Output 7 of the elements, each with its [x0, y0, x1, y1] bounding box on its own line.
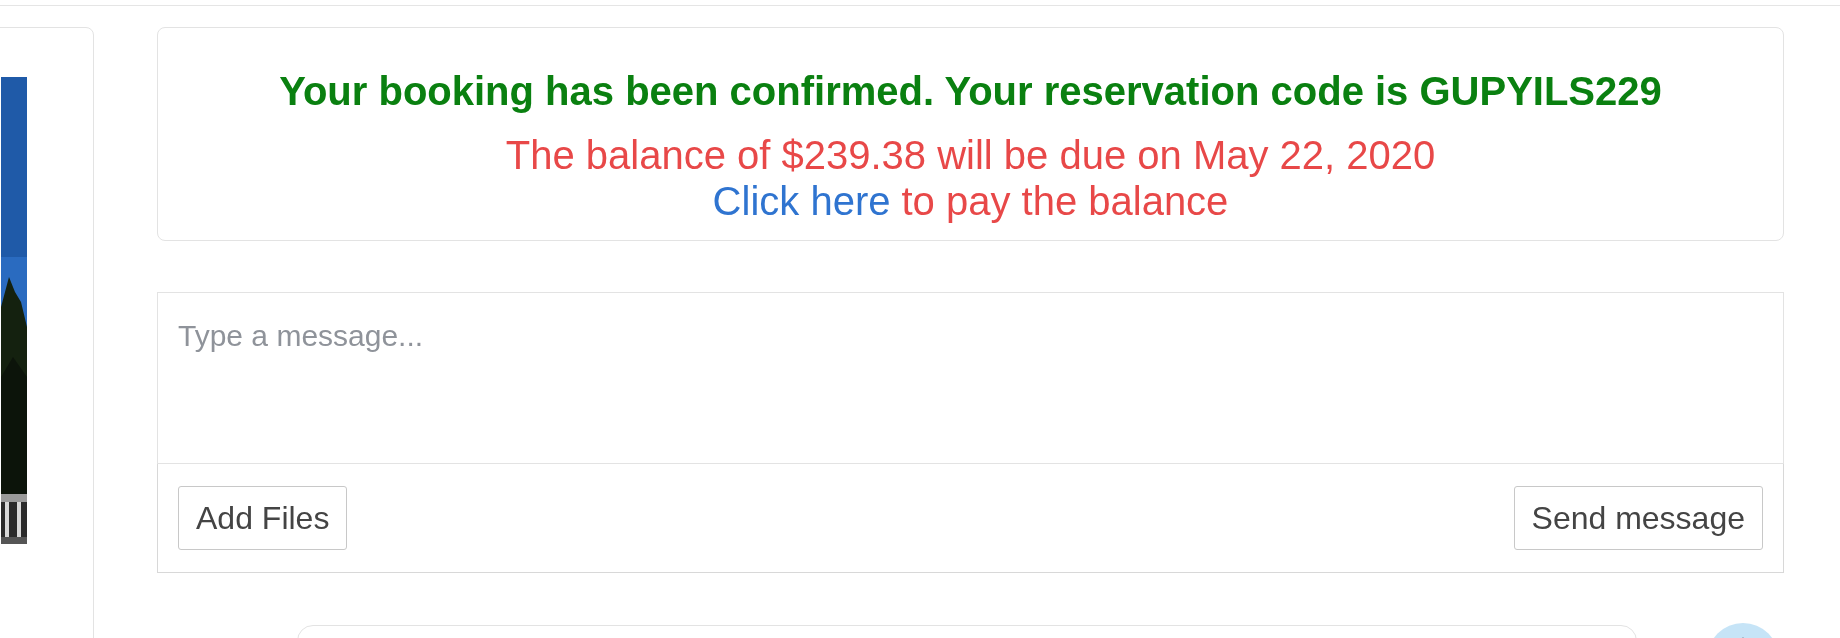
pay-link[interactable]: Click here — [712, 178, 891, 224]
add-files-button[interactable]: Add Files — [178, 486, 348, 550]
balance-notice: The balance of $239.38 will be due on May 22, 2020 — [505, 132, 1436, 178]
confirmation-heading: Your booking has been confirmed. Your reservation code is GUPYILS229 — [279, 68, 1662, 114]
send-message-button[interactable]: Send message — [1513, 486, 1763, 550]
message-field[interactable]: Type a message... — [157, 292, 1784, 464]
pay-text: to pay the balance — [901, 178, 1229, 224]
